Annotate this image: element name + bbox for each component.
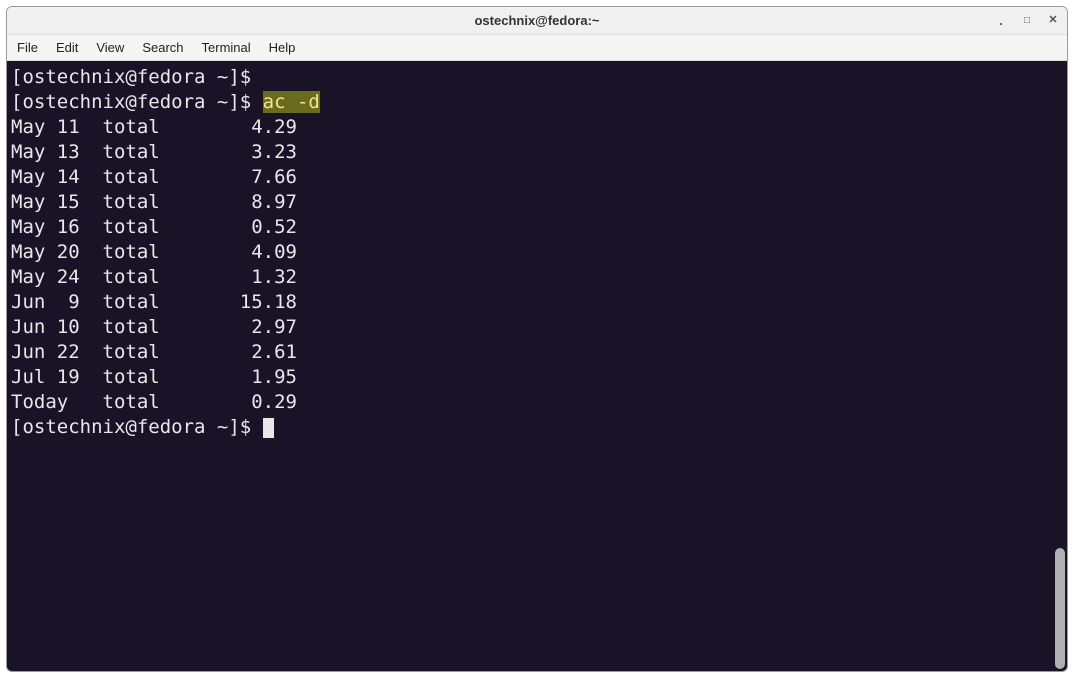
terminal-line: Jul 19 total 1.95 — [11, 365, 1049, 390]
terminal-line: [ostechnix@fedora ~]$ — [11, 65, 1049, 90]
terminal-line: May 14 total 7.66 — [11, 165, 1049, 190]
terminal-window: ostechnix@fedora:~ . □ ✕ File Edit View … — [6, 6, 1068, 672]
terminal-viewport[interactable]: [ostechnix@fedora ~]$ [ostechnix@fedora … — [7, 61, 1053, 671]
terminal-line: May 11 total 4.29 — [11, 115, 1049, 140]
menubar: File Edit View Search Terminal Help — [7, 35, 1067, 61]
cursor — [263, 418, 274, 438]
window-controls: . □ ✕ — [995, 15, 1059, 27]
titlebar[interactable]: ostechnix@fedora:~ . □ ✕ — [7, 7, 1067, 35]
menu-edit[interactable]: Edit — [56, 40, 78, 55]
terminal-line: Today total 0.29 — [11, 390, 1049, 415]
terminal-line: May 24 total 1.32 — [11, 265, 1049, 290]
terminal-line: Jun 22 total 2.61 — [11, 340, 1049, 365]
terminal-line: May 13 total 3.23 — [11, 140, 1049, 165]
menu-terminal[interactable]: Terminal — [202, 40, 251, 55]
terminal-line: May 20 total 4.09 — [11, 240, 1049, 265]
terminal-area: [ostechnix@fedora ~]$ [ostechnix@fedora … — [7, 61, 1067, 671]
terminal-line: Jun 9 total 15.18 — [11, 290, 1049, 315]
terminal-line: [ostechnix@fedora ~]$ ac -d — [11, 90, 1049, 115]
menu-search[interactable]: Search — [142, 40, 183, 55]
terminal-line: May 16 total 0.52 — [11, 215, 1049, 240]
menu-help[interactable]: Help — [269, 40, 296, 55]
close-button[interactable]: ✕ — [1047, 15, 1059, 27]
minimize-button[interactable]: . — [995, 15, 1007, 27]
typed-command: ac -d — [263, 91, 320, 113]
window-title: ostechnix@fedora:~ — [474, 13, 599, 28]
scroll-thumb[interactable] — [1055, 548, 1065, 669]
terminal-line: Jun 10 total 2.97 — [11, 315, 1049, 340]
terminal-line: May 15 total 8.97 — [11, 190, 1049, 215]
menu-view[interactable]: View — [96, 40, 124, 55]
scrollbar[interactable] — [1055, 63, 1065, 669]
maximize-button[interactable]: □ — [1021, 15, 1033, 27]
terminal-line: [ostechnix@fedora ~]$ — [11, 415, 1049, 440]
menu-file[interactable]: File — [17, 40, 38, 55]
